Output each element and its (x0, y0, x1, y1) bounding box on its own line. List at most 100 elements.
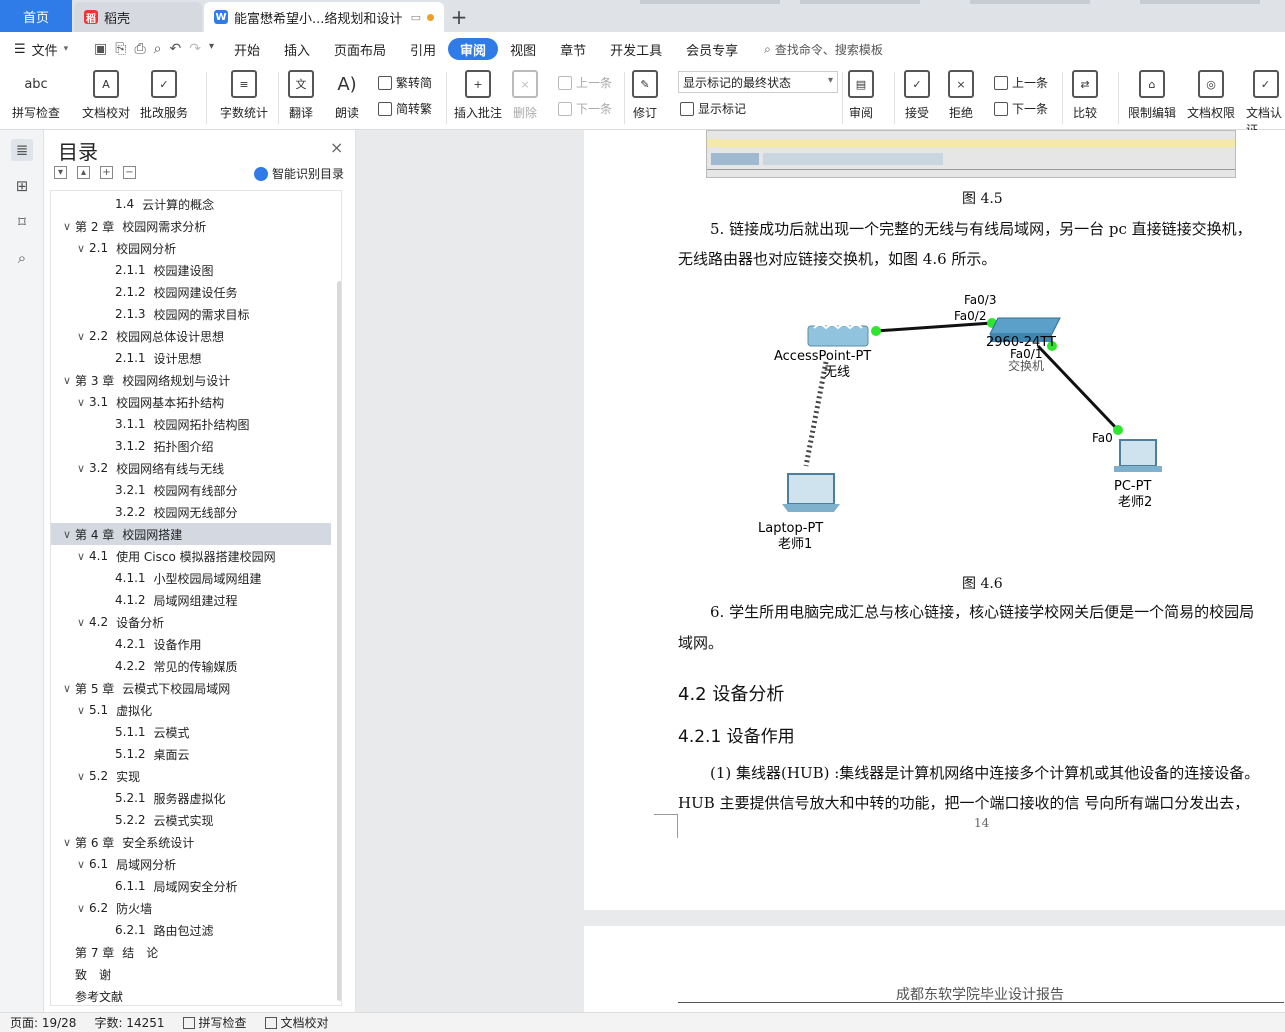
toc-item[interactable]: ∨ 第 4 章校园网搭建 (51, 523, 331, 545)
chevron-down-icon[interactable]: ∨ (73, 704, 89, 717)
next-change-button[interactable]: 下一条 (994, 100, 1048, 117)
chevron-down-icon[interactable]: ∨ (59, 528, 75, 541)
print-icon[interactable]: ⎙ (134, 41, 145, 57)
toc-item[interactable]: ∨ 第 2 章校园网需求分析 (51, 215, 331, 237)
review-pane-button[interactable]: ▤ 审阅 (848, 70, 874, 121)
next-comment-button[interactable]: 下一条 (558, 100, 612, 117)
tab-home[interactable]: 首页 (0, 0, 72, 32)
expand-icon[interactable]: ▾ (54, 166, 67, 179)
toc-item[interactable]: ∨ 3.2 校园网络有线与无线 (51, 457, 331, 479)
markup-state-select[interactable]: 显示标记的最终状态 ▾ (678, 71, 838, 93)
chevron-down-icon[interactable]: ∨ (73, 242, 89, 255)
command-search[interactable]: ⌕ 查找命令、搜索模板 (764, 41, 883, 58)
chevron-down-icon[interactable]: ∨ (59, 836, 75, 849)
doc-permission-button[interactable]: ◎ 文档权限 (1187, 70, 1235, 121)
toc-item[interactable]: ∨ 2.1 校园网分析 (51, 237, 331, 259)
trad-to-simp-button[interactable]: 繁转简 (378, 74, 432, 91)
toc-item[interactable]: 4.2.2 常见的传输媒质 (51, 655, 331, 677)
prev-comment-button[interactable]: 上一条 (558, 74, 612, 91)
menu-chapter[interactable]: 章节 (548, 38, 598, 60)
remove-icon[interactable]: − (123, 166, 136, 179)
toc-item[interactable]: ∨ 3.1 校园网基本拓扑结构 (51, 391, 331, 413)
toc-item[interactable]: 6.1.1 局域网安全分析 (51, 875, 331, 897)
toc-item[interactable]: ∨ 第 5 章云模式下校园局域网 (51, 677, 331, 699)
smart-toc-button[interactable]: 智能识别目录 (254, 165, 344, 182)
toc-item[interactable]: ∨ 6.2 防火墙 (51, 897, 331, 919)
toc-item[interactable]: ∨ 第 6 章安全系统设计 (51, 831, 331, 853)
chevron-down-icon[interactable]: ∨ (73, 550, 89, 563)
read-aloud-button[interactable]: A) 朗读 (334, 70, 360, 121)
delete-comment-button[interactable]: × 删除 (512, 70, 538, 121)
reject-button[interactable]: × 拒绝 (948, 70, 974, 121)
insert-comment-button[interactable]: + 插入批注 (454, 70, 502, 121)
chevron-down-icon[interactable]: ∨ (73, 770, 89, 783)
chevron-down-icon[interactable]: ∨ (59, 682, 75, 695)
toc-item[interactable]: 致 谢 (51, 963, 331, 985)
undo-icon[interactable]: ↶ (169, 41, 181, 57)
toc-item[interactable]: 第 7 章结 论 (51, 941, 331, 963)
search-icon[interactable]: ⌕ (11, 247, 33, 269)
menu-vip[interactable]: 会员专享 (674, 38, 750, 60)
menu-review[interactable]: 审阅 (448, 38, 499, 60)
toc-icon[interactable]: ≣ (11, 139, 33, 161)
chevron-down-icon[interactable]: ∨ (73, 462, 89, 475)
chevron-down-icon[interactable]: ∨ (59, 220, 75, 233)
menu-view[interactable]: 视图 (498, 38, 548, 60)
menu-insert[interactable]: 插入 (272, 38, 322, 60)
chevron-down-icon[interactable]: ∨ (73, 858, 89, 871)
chevron-down-icon[interactable]: ∨ (59, 374, 75, 387)
toc-item[interactable]: 5.1.1 云模式 (51, 721, 331, 743)
toc-item[interactable]: ∨ 4.1 使用 Cisco 模拟器搭建校园网 (51, 545, 331, 567)
toc-item[interactable]: 5.2.1 服务器虚拟化 (51, 787, 331, 809)
toc-item[interactable]: ∨ 5.1 虚拟化 (51, 699, 331, 721)
translate-button[interactable]: 文 翻译 (288, 70, 314, 121)
toc-item[interactable]: 3.2.1 校园网有线部分 (51, 479, 331, 501)
revise-button[interactable]: ✎ 修订 (632, 70, 658, 121)
status-spell-check[interactable]: 拼写检查 (182, 1014, 247, 1031)
toc-item[interactable]: 2.1.1 设计思想 (51, 347, 331, 369)
add-icon[interactable]: + (100, 166, 113, 179)
show-markup-button[interactable]: 显示标记 (680, 100, 746, 117)
toc-item[interactable]: 3.1.1 校园网拓扑结构图 (51, 413, 331, 435)
chevron-down-icon[interactable]: ∨ (73, 330, 89, 343)
word-count-button[interactable]: ≡ 字数统计 (220, 70, 268, 121)
screen-icon[interactable]: ▭ (411, 11, 421, 24)
compare-button[interactable]: ⇄ 比较 (1072, 70, 1098, 121)
page-indicator[interactable]: 页面: 19/28 (10, 1014, 76, 1031)
save-icon[interactable]: ▣ (94, 41, 107, 57)
toc-item[interactable]: 5.1.2 桌面云 (51, 743, 331, 765)
toc-item[interactable]: 3.1.2 拓扑图介绍 (51, 435, 331, 457)
toc-item[interactable]: 2.1.1 校园建设图 (51, 259, 331, 281)
toc-item[interactable]: ∨ 4.2 设备分析 (51, 611, 331, 633)
toc-item[interactable]: 2.1.3 校园网的需求目标 (51, 303, 331, 325)
collapse-icon[interactable]: ▴ (77, 166, 90, 179)
toc-scrollbar[interactable] (337, 281, 341, 1001)
restrict-edit-button[interactable]: ⌂ 限制编辑 (1128, 70, 1176, 121)
close-icon[interactable]: × (330, 138, 343, 157)
redo-icon[interactable]: ↷ (189, 41, 201, 57)
doc-proof-button[interactable]: A 文档校对 (82, 70, 130, 121)
accept-button[interactable]: ✓ 接受 (904, 70, 930, 121)
prev-change-button[interactable]: 上一条 (994, 74, 1048, 91)
menu-reference[interactable]: 引用 (398, 38, 448, 60)
status-doc-proof[interactable]: 文档校对 (264, 1014, 329, 1031)
toc-item[interactable]: 4.1.1 小型校园局域网组建 (51, 567, 331, 589)
tab-daoke[interactable]: 稻 稻壳 (74, 2, 202, 32)
chevron-down-icon[interactable]: ∨ (73, 902, 89, 915)
toc-item[interactable]: ∨ 6.1 局域网分析 (51, 853, 331, 875)
toc-item[interactable]: 4.1.2 局域网组建过程 (51, 589, 331, 611)
toc-item[interactable]: 3.2.2 校园网无线部分 (51, 501, 331, 523)
tab-document[interactable]: W 能富懋希望小...络规划和设计 ▭ (204, 2, 444, 32)
menu-devtools[interactable]: 开发工具 (598, 38, 674, 60)
menu-start[interactable]: 开始 (222, 38, 272, 60)
menu-layout[interactable]: 页面布局 (322, 38, 398, 60)
chevron-down-icon[interactable]: ∨ (73, 616, 89, 629)
toc-item[interactable]: 4.2.1 设备作用 (51, 633, 331, 655)
preview-icon[interactable]: ⌕ (154, 41, 162, 57)
simp-to-trad-button[interactable]: 简转繁 (378, 100, 432, 117)
export-icon[interactable]: ⎘ (115, 41, 126, 57)
customize-icon[interactable]: ▾ (209, 41, 214, 57)
chevron-down-icon[interactable]: ∨ (73, 396, 89, 409)
outline-icon[interactable]: ⊞ (11, 175, 33, 197)
toc-item[interactable]: ∨ 2.2 校园网总体设计思想 (51, 325, 331, 347)
